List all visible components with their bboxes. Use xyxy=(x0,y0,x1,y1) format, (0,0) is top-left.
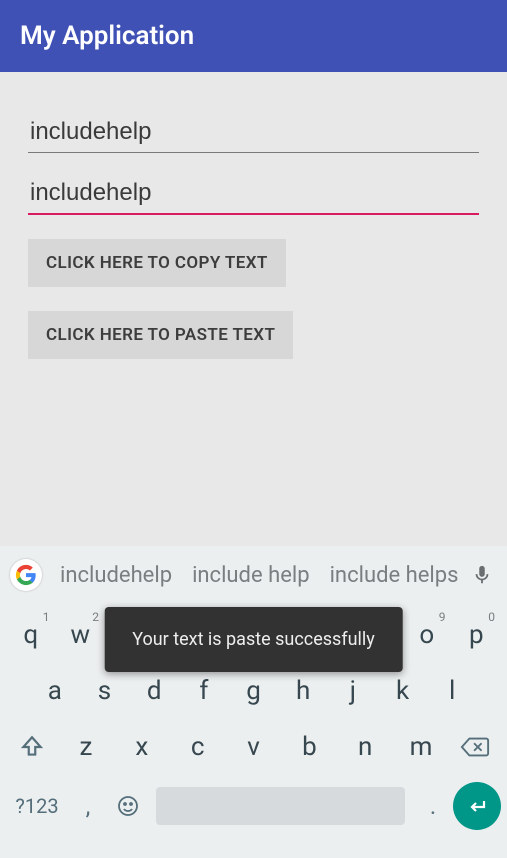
key-h[interactable]: h xyxy=(278,670,328,712)
emoji-key-icon[interactable] xyxy=(108,794,148,818)
key-row-4: ?123 , . xyxy=(6,782,501,830)
suggestion-list: includehelp include help include helps xyxy=(50,562,467,588)
key-n[interactable]: n xyxy=(337,726,393,768)
backspace-key-icon[interactable] xyxy=(449,735,501,759)
copy-source-input[interactable] xyxy=(28,110,479,153)
key-k[interactable]: k xyxy=(378,670,428,712)
google-logo-icon[interactable] xyxy=(10,559,42,591)
key-m[interactable]: m xyxy=(393,726,449,768)
key-d[interactable]: d xyxy=(129,670,179,712)
toast-message: Your text is paste successfully xyxy=(104,607,403,672)
main-content: CLICK HERE TO COPY TEXT CLICK HERE TO PA… xyxy=(0,72,507,359)
key-b[interactable]: b xyxy=(281,726,337,768)
key-x[interactable]: x xyxy=(114,726,170,768)
paste-target-input[interactable] xyxy=(28,171,479,215)
key-z[interactable]: z xyxy=(58,726,114,768)
paste-button[interactable]: CLICK HERE TO PASTE TEXT xyxy=(28,311,293,359)
key-w[interactable]: 2w xyxy=(56,614,106,656)
suggestion-2[interactable]: include help xyxy=(182,563,320,588)
key-q[interactable]: 1q xyxy=(6,614,56,656)
shift-key-icon[interactable] xyxy=(6,734,58,760)
app-title: My Application xyxy=(20,21,194,51)
key-s[interactable]: s xyxy=(80,670,130,712)
suggestion-3[interactable]: include helps xyxy=(320,563,467,588)
key-row-3: z x c v b n m xyxy=(6,726,501,768)
key-c[interactable]: c xyxy=(170,726,226,768)
key-l[interactable]: l xyxy=(427,670,477,712)
key-row-2: a s d f g h j k l xyxy=(6,670,501,712)
suggestion-1[interactable]: includehelp xyxy=(50,563,182,588)
key-o[interactable]: 9o xyxy=(402,614,452,656)
key-f[interactable]: f xyxy=(179,670,229,712)
key-g[interactable]: g xyxy=(229,670,279,712)
key-p[interactable]: 0p xyxy=(452,614,502,656)
key-v[interactable]: v xyxy=(226,726,282,768)
symbols-key[interactable]: ?123 xyxy=(6,794,68,818)
keyboard-area: includehelp include help include helps 1… xyxy=(0,546,507,858)
key-j[interactable]: j xyxy=(328,670,378,712)
mic-icon[interactable] xyxy=(467,564,497,586)
key-a[interactable]: a xyxy=(30,670,80,712)
suggestion-bar: includehelp include help include helps xyxy=(0,546,507,604)
space-key[interactable] xyxy=(156,787,405,825)
enter-key-icon[interactable] xyxy=(453,782,501,830)
app-bar: My Application xyxy=(0,0,507,72)
copy-button[interactable]: CLICK HERE TO COPY TEXT xyxy=(28,239,286,287)
period-key[interactable]: . xyxy=(413,792,453,820)
comma-key[interactable]: , xyxy=(68,792,108,820)
